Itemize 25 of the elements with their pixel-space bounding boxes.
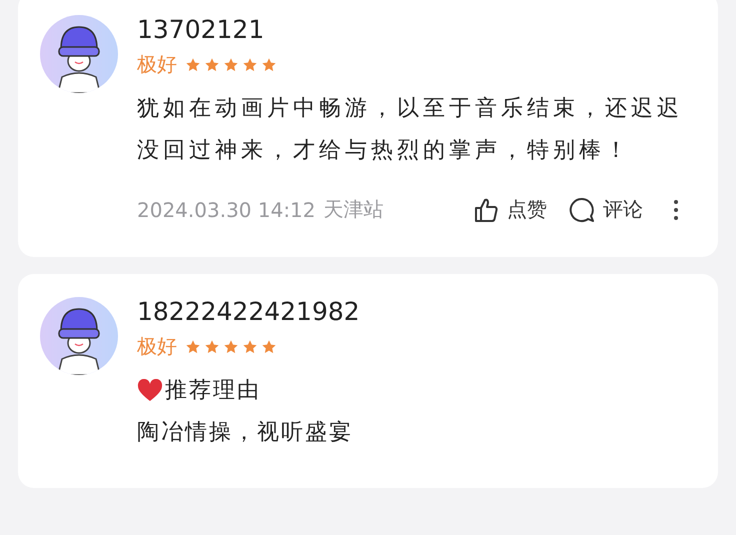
comment-button[interactable]: 评论 bbox=[569, 196, 643, 223]
star-icon bbox=[261, 338, 277, 354]
heart-icon bbox=[137, 379, 163, 403]
star-icon bbox=[204, 56, 220, 72]
post-location: 天津站 bbox=[324, 196, 384, 223]
star-icon bbox=[223, 56, 239, 72]
more-options-icon[interactable] bbox=[673, 198, 679, 220]
speech-bubble-icon bbox=[569, 196, 595, 222]
username: 13702121 bbox=[137, 14, 266, 46]
thumbs-up-icon bbox=[473, 196, 499, 222]
post-time: 2024.03.30 14:12 bbox=[137, 198, 316, 222]
star-icon bbox=[261, 56, 277, 72]
rating-label: 极好 bbox=[137, 51, 177, 78]
like-button[interactable]: 点赞 bbox=[473, 196, 547, 223]
username: 18222422421982 bbox=[137, 296, 361, 328]
star-icon bbox=[185, 56, 201, 72]
review-text: 犹如在动画片中畅游，以至于音乐结束，还迟迟没回过神来，才给与热烈的掌声，特别棒！ bbox=[137, 95, 684, 165]
star-icon bbox=[242, 56, 258, 72]
star-icon bbox=[185, 338, 201, 354]
rating-label: 极好 bbox=[137, 333, 177, 360]
section-heading: 推荐理由 bbox=[165, 377, 261, 405]
star-icon bbox=[204, 338, 220, 354]
star-icon bbox=[223, 338, 239, 354]
star-icon bbox=[242, 338, 258, 354]
review-text: 陶冶情操，视听盛宴 bbox=[137, 419, 354, 447]
